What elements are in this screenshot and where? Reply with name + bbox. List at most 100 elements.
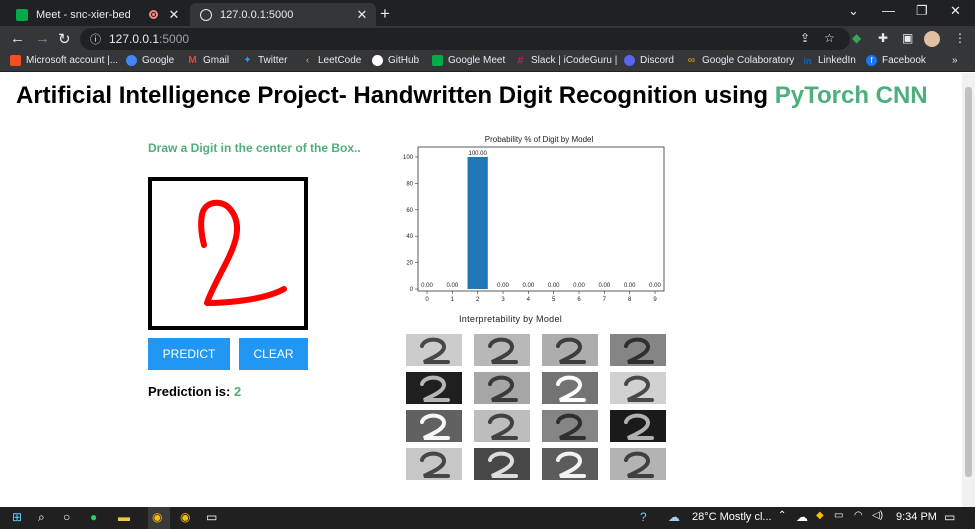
whatsapp-icon[interactable]: ● — [90, 510, 97, 524]
bookmark-microsoft[interactable]: Microsoft account |... — [10, 55, 118, 66]
feature-map-tile — [474, 334, 530, 366]
task-view-icon[interactable]: ○ — [63, 510, 70, 524]
bookmark-discord[interactable]: Discord — [624, 55, 674, 66]
address-bar[interactable]: ⓘ 127.0.0.1:5000 — [80, 28, 850, 50]
scrollbar-thumb[interactable] — [965, 87, 972, 477]
feature-map-tile — [610, 448, 666, 480]
bookmark-label: GitHub — [388, 55, 420, 66]
extension-icon[interactable]: ◆ — [852, 31, 861, 45]
clear-button[interactable]: CLEAR — [239, 338, 308, 370]
url-port: :5000 — [159, 32, 190, 46]
bookmark-star-icon[interactable]: ☆ — [824, 31, 835, 45]
help-icon[interactable]: ? — [640, 510, 647, 524]
google-meet-icon — [432, 55, 443, 66]
chart-plot-area — [417, 146, 665, 292]
bookmark-label: Discord — [640, 55, 674, 66]
extensions-puzzle-icon[interactable]: ✚ — [878, 31, 888, 45]
url-host: 127.0.0.1 — [109, 32, 160, 46]
forward-icon[interactable]: → — [35, 30, 50, 47]
weather-text[interactable]: 28°C Mostly cl... — [692, 511, 772, 523]
bookmark-linkedin[interactable]: in LinkedIn — [802, 55, 856, 66]
tab-title: 127.0.0.1:5000 — [220, 8, 294, 21]
close-tab-icon[interactable]: ✕ — [354, 7, 370, 23]
prediction-label: Prediction is: — [148, 384, 234, 399]
draw-instruction: Draw a Digit in the center of the Box.. — [148, 141, 361, 155]
x-tick-label: 7 — [603, 297, 607, 303]
tab-search-icon[interactable]: ⌄ — [848, 3, 859, 19]
feature-map-tile — [542, 410, 598, 442]
bookmark-label: Twitter — [258, 55, 288, 66]
bookmark-google[interactable]: Google — [126, 55, 174, 66]
onedrive-icon[interactable]: ☁ — [796, 510, 808, 524]
bookmark-label: LinkedIn — [818, 55, 856, 66]
y-tick-label: 40 — [406, 234, 413, 240]
bookmark-slack[interactable]: # Slack | iCodeGuru | — [515, 54, 617, 67]
colab-icon: ∞ — [687, 55, 696, 66]
chrome-icon[interactable]: ◉ — [180, 510, 190, 524]
chrome-icon[interactable]: ◉ — [152, 510, 162, 524]
github-icon — [372, 55, 383, 66]
bookmarks-overflow-icon[interactable]: » — [952, 55, 958, 66]
back-icon[interactable]: ← — [10, 30, 25, 47]
x-tick-label: 4 — [527, 297, 531, 303]
notifications-icon[interactable]: ▭ — [944, 510, 955, 524]
close-tab-icon[interactable]: ✕ — [166, 7, 182, 23]
bookmark-colab[interactable]: ∞ Google Colaboratory — [686, 55, 794, 66]
feature-map-tile — [406, 372, 462, 404]
y-tick-label: 60 — [406, 208, 413, 214]
drawn-digit — [198, 199, 287, 306]
x-tick-label: 8 — [628, 297, 632, 303]
tab-localhost[interactable]: 127.0.0.1:5000 ✕ — [190, 3, 376, 26]
bar-data-label: 0.00 — [649, 283, 661, 289]
profile-avatar[interactable] — [924, 31, 940, 47]
reload-icon[interactable]: ↻ — [58, 30, 71, 48]
x-tick-label: 0 — [425, 297, 429, 303]
bookmark-gmail[interactable]: M Gmail — [187, 55, 229, 66]
file-explorer-icon[interactable]: ▬ — [118, 510, 130, 524]
bookmark-google-meet[interactable]: Google Meet — [432, 55, 505, 66]
y-tick-label: 0 — [410, 287, 414, 293]
security-icon[interactable]: ◆ — [816, 510, 824, 521]
restore-button[interactable]: ❐ — [916, 3, 928, 19]
feature-map-tile — [610, 334, 666, 366]
discord-icon — [624, 55, 635, 66]
new-tab-button[interactable]: + — [380, 4, 390, 24]
share-icon[interactable]: ⇪ — [800, 31, 810, 45]
wifi-icon[interactable]: ◠ — [854, 510, 863, 521]
search-icon[interactable]: ⌕ — [38, 510, 45, 525]
bookmark-facebook[interactable]: f Facebook — [866, 55, 926, 66]
bookmark-label: LeetCode — [318, 55, 362, 66]
predict-button[interactable]: PREDICT — [148, 338, 230, 370]
close-window-button[interactable]: ✕ — [950, 3, 961, 19]
page-title: Artificial Intelligence Project- Handwri… — [16, 82, 928, 110]
terminal-icon[interactable]: ▭ — [206, 510, 217, 524]
recording-icon — [149, 10, 158, 19]
drawing-canvas[interactable] — [148, 177, 308, 330]
slack-icon: # — [517, 54, 524, 67]
chart-title: Probability % of Digit by Model — [485, 135, 594, 144]
gmail-icon: M — [188, 55, 197, 66]
tab-google-meet[interactable]: Meet - snc-xier-bed ✕ — [6, 3, 188, 26]
feature-map-tile — [406, 410, 462, 442]
feature-map-tile — [474, 448, 530, 480]
bookmark-twitter[interactable]: ✦ Twitter — [242, 55, 287, 66]
bar-data-label: 0.00 — [573, 283, 585, 289]
bookmark-leetcode[interactable]: ‹ LeetCode — [302, 55, 362, 66]
facebook-icon: f — [866, 55, 877, 66]
menu-icon[interactable]: ⋮ — [954, 31, 966, 45]
page-scrollbar[interactable] — [962, 73, 975, 507]
volume-icon[interactable]: ◁) — [872, 510, 883, 521]
bookmark-github[interactable]: GitHub — [372, 55, 419, 66]
feature-map-tile — [610, 372, 666, 404]
info-icon[interactable]: ⓘ — [90, 31, 101, 47]
battery-icon[interactable]: ▭ — [834, 510, 843, 521]
leetcode-icon: ‹ — [305, 55, 310, 66]
google-icon — [126, 55, 137, 66]
bar-data-label: 0.00 — [421, 283, 433, 289]
browser-toolbar: ← → ↻ ⓘ 127.0.0.1:5000 ⇪ ☆ ◆ ✚ ▣ ⋮ — [0, 26, 975, 52]
system-tray-chevron-icon[interactable]: ⌃ — [778, 510, 786, 521]
side-panel-icon[interactable]: ▣ — [902, 31, 913, 45]
minimize-button[interactable]: — — [882, 3, 895, 18]
windows-start-icon[interactable]: ⊞ — [12, 510, 22, 524]
clock-time[interactable]: 9:34 PM — [896, 511, 937, 523]
